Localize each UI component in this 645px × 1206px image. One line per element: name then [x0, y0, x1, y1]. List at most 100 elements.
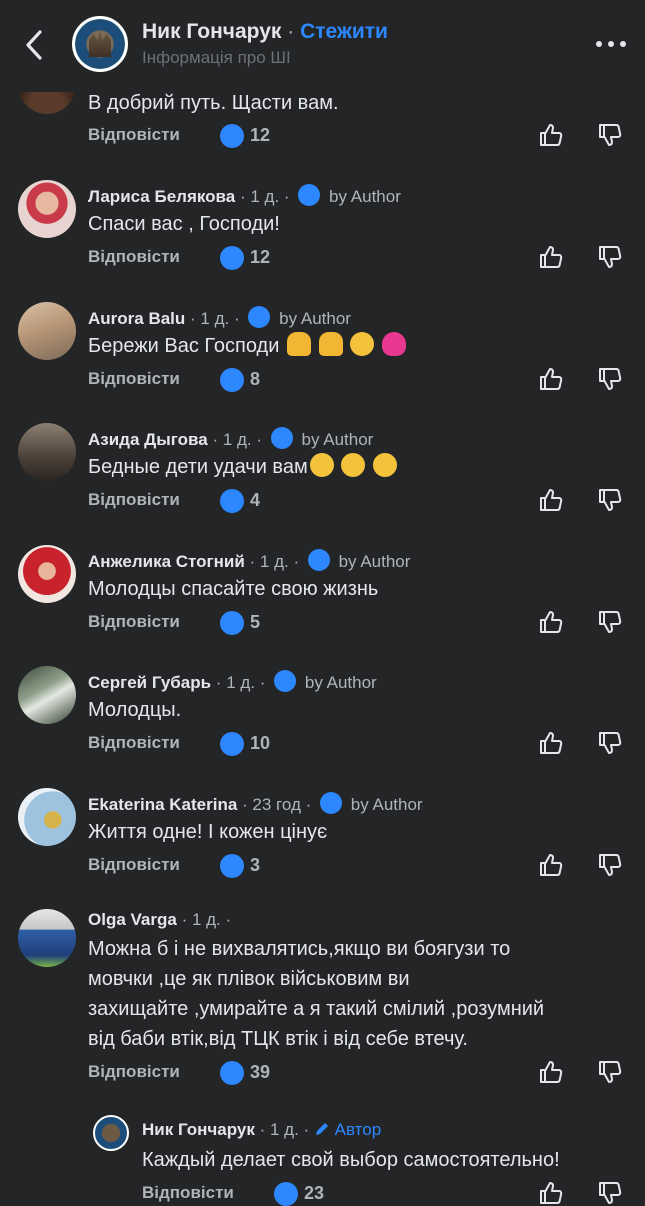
folded-hands-emoji	[286, 332, 311, 356]
author-like-icon	[248, 306, 271, 328]
thumbs-down-icon[interactable]	[597, 1180, 623, 1206]
commenter-avatar[interactable]	[18, 302, 76, 360]
comment-time: 1 д.	[200, 309, 230, 328]
name-text[interactable]: Анжелика Стогний	[88, 552, 245, 571]
page-title[interactable]: Ник Гончарук · Стежити	[142, 20, 388, 44]
comment-text: Бережи Вас Господи	[88, 331, 628, 361]
author-like-icon	[307, 549, 330, 571]
like-badge-icon	[220, 124, 244, 148]
commenter-name[interactable]: Ник Гончарук · 1 д. · Автор	[142, 1120, 381, 1140]
comment-time: 23 год	[252, 795, 301, 814]
reply-button[interactable]: Відповісти	[88, 125, 180, 145]
comment-text: Каждый делает свой выбор самостоятельно!	[142, 1149, 560, 1171]
thumbs-down-icon[interactable]	[597, 366, 623, 392]
comment-text: Молодцы спасайте свою жизнь	[88, 578, 379, 600]
like-badge-icon	[220, 489, 244, 513]
commenter-avatar[interactable]	[18, 666, 76, 724]
comment-text: Молодцы.	[88, 699, 182, 721]
commenter-avatar[interactable]	[18, 545, 76, 603]
sad-face-emoji	[372, 453, 397, 477]
thumbs-up-icon[interactable]	[538, 1180, 564, 1206]
comment-time: 1 д.	[259, 552, 289, 571]
comment-time: 1 д.	[222, 430, 252, 449]
commenter-avatar[interactable]	[18, 909, 76, 967]
comment-text: В добрий путь. Щасти вам.	[88, 92, 339, 114]
thumbs-up-icon[interactable]	[538, 609, 564, 635]
author-like-icon	[298, 184, 321, 206]
thumbs-down-icon[interactable]	[597, 730, 623, 756]
thumbs-down-icon[interactable]	[597, 1059, 623, 1085]
like-count: 3	[250, 855, 261, 875]
author-like-icon	[270, 427, 293, 449]
thumbs-up-icon[interactable]	[538, 730, 564, 756]
thumbs-up-icon[interactable]	[538, 1059, 564, 1085]
comment-text-body: Бедные дети удачи вам	[88, 456, 308, 478]
thumbs-up-icon[interactable]	[538, 366, 564, 392]
by-author-label: by Author	[329, 187, 401, 206]
reply-button[interactable]: Відповісти	[88, 1062, 180, 1082]
like-count: 23	[304, 1183, 325, 1203]
pleading-face-emoji	[350, 332, 375, 356]
commenter-name[interactable]: Лариса Белякова · 1 д. · by Author	[88, 184, 401, 207]
thumbs-down-icon[interactable]	[597, 487, 623, 513]
name-text[interactable]: Ekaterina Katerina	[88, 795, 237, 814]
reply-button[interactable]: Відповісти	[88, 369, 180, 389]
comment-time: 1 д.	[250, 187, 280, 206]
follow-button[interactable]: Стежити	[300, 20, 388, 43]
name-text[interactable]: Азида Дыгова	[88, 430, 208, 449]
commenter-avatar[interactable]	[18, 180, 76, 238]
comment-text: Можна б і не вихвалятись,якщо ви боягузи…	[88, 934, 628, 1054]
author-avatar[interactable]	[93, 1115, 129, 1151]
reply-button[interactable]: Відповісти	[88, 247, 180, 267]
comment-line: захищайте ,умирайте а я такий смілий ,ро…	[88, 998, 545, 1020]
name-text[interactable]: Olga Varga	[88, 910, 177, 929]
page-name[interactable]: Ник Гончарук	[142, 20, 281, 43]
ai-info-link[interactable]: Інформація про ШІ	[142, 48, 291, 68]
reply-button[interactable]: Відповісти	[142, 1183, 234, 1203]
name-text[interactable]: Aurora Balu	[88, 309, 185, 328]
comment-line: від баби втік,від ТЦК втік і від себе вт…	[88, 1028, 468, 1050]
thumbs-up-icon[interactable]	[538, 122, 564, 148]
author-like-icon	[274, 670, 297, 692]
comment-text: Спаси вас , Господи!	[88, 213, 280, 235]
like-count: 12	[250, 247, 271, 267]
commenter-avatar[interactable]	[18, 423, 76, 481]
commenter-name[interactable]: Анжелика Стогний · 1 д. · by Author	[88, 549, 410, 572]
like-badge-icon	[274, 1182, 298, 1206]
commenter-name[interactable]: Ekaterina Katerina · 23 год · by Author	[88, 792, 423, 815]
commenter-name[interactable]: Сергей Губарь · 1 д. · by Author	[88, 670, 377, 693]
like-count: 39	[250, 1062, 271, 1082]
folded-hands-emoji	[318, 332, 343, 356]
reply-button[interactable]: Відповісти	[88, 490, 180, 510]
name-text[interactable]: Лариса Белякова	[88, 187, 235, 206]
name-text[interactable]: Сергей Губарь	[88, 673, 211, 692]
reply-button[interactable]: Відповісти	[88, 612, 180, 632]
thumbs-up-icon[interactable]	[538, 244, 564, 270]
thumbs-down-icon[interactable]	[597, 609, 623, 635]
pencil-icon	[314, 1121, 330, 1137]
comment-text-body: Бережи Вас Господи	[88, 335, 280, 357]
reply-button[interactable]: Відповісти	[88, 855, 180, 875]
commenter-name[interactable]: Aurora Balu · 1 д. · by Author	[88, 306, 351, 329]
by-author-label: by Author	[301, 430, 374, 449]
like-badge-icon	[220, 611, 244, 635]
top-bar: Ник Гончарук · Стежити Інформація про ШІ	[0, 0, 645, 92]
thumbs-down-icon[interactable]	[597, 852, 623, 878]
sad-face-emoji	[309, 453, 334, 477]
thumbs-down-icon[interactable]	[597, 122, 623, 148]
comment-text: Життя одне! І кожен цінує	[88, 821, 328, 843]
thumbs-up-icon[interactable]	[538, 852, 564, 878]
separator-dot: ·	[287, 20, 295, 43]
name-text[interactable]: Ник Гончарук	[142, 1120, 255, 1139]
by-author-label: by Author	[350, 795, 423, 814]
more-options-icon[interactable]	[594, 36, 628, 52]
commenter-name[interactable]: Азида Дыгова · 1 д. · by Author	[88, 427, 373, 450]
commenter-avatar[interactable]	[18, 788, 76, 846]
back-arrow-icon[interactable]	[20, 26, 50, 64]
commenter-name[interactable]: Olga Varga · 1 д. ·	[88, 910, 231, 930]
thumbs-down-icon[interactable]	[597, 244, 623, 270]
reply-button[interactable]: Відповісти	[88, 733, 180, 753]
thumbs-up-icon[interactable]	[538, 487, 564, 513]
page-avatar[interactable]	[72, 16, 128, 72]
comment-time: 1 д.	[269, 1120, 299, 1139]
